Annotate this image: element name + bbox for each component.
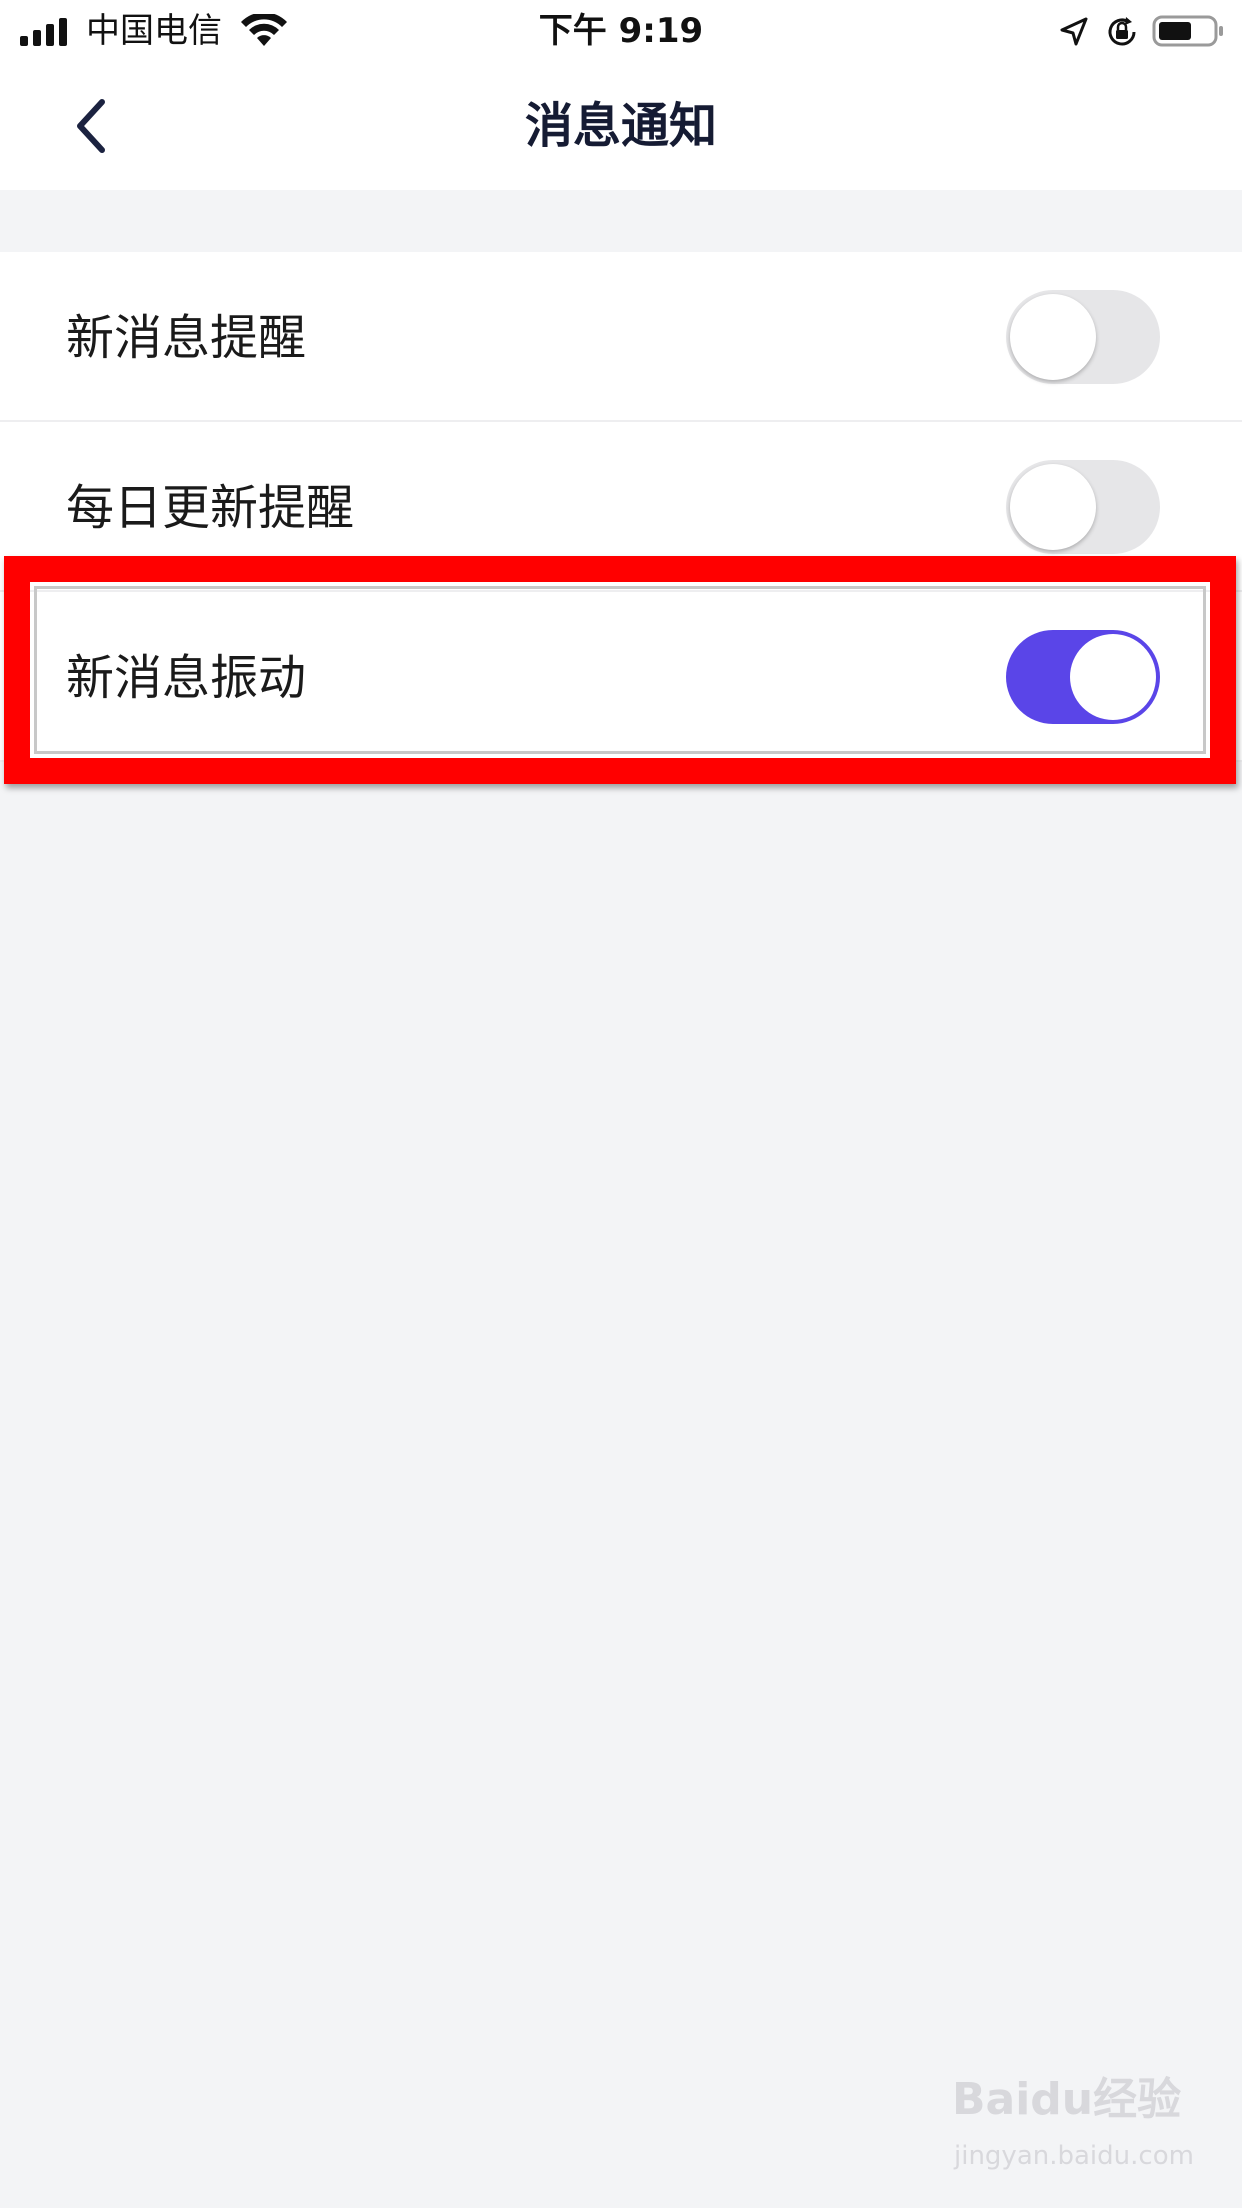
setting-row-daily-update-reminder: 每日更新提醒	[0, 422, 1242, 592]
battery-icon	[1152, 15, 1223, 47]
page-title: 消息通知	[524, 98, 717, 154]
watermark: Baidu经验 jingyan.baidu.com	[952, 2070, 1202, 2190]
new-message-vibration-toggle[interactable]	[1006, 630, 1160, 724]
navigation-bar: 消息通知	[0, 62, 1242, 190]
rotation-lock-icon	[1108, 17, 1136, 46]
status-time: 下午 9:19	[538, 11, 704, 51]
setting-row-new-message-reminder: 新消息提醒	[0, 252, 1242, 422]
watermark-url: jingyan.baidu.com	[954, 2141, 1194, 2171]
toggle-knob	[1010, 294, 1096, 380]
daily-update-reminder-toggle[interactable]	[1006, 460, 1160, 554]
toggle-knob	[1010, 464, 1096, 550]
setting-row-new-message-vibration: 新消息振动	[0, 592, 1242, 762]
setting-label: 每日更新提醒	[66, 480, 355, 536]
status-bar: 中国电信 下午 9:19	[0, 0, 1242, 62]
settings-list: 新消息提醒 每日更新提醒 新消息振动	[0, 252, 1242, 762]
location-arrow-icon	[1060, 17, 1088, 46]
watermark-brand: Baidu经验	[952, 2074, 1182, 2125]
new-message-reminder-toggle[interactable]	[1006, 290, 1160, 384]
toggle-knob	[1070, 634, 1156, 720]
setting-label: 新消息提醒	[66, 310, 307, 366]
setting-label: 新消息振动	[66, 650, 307, 706]
